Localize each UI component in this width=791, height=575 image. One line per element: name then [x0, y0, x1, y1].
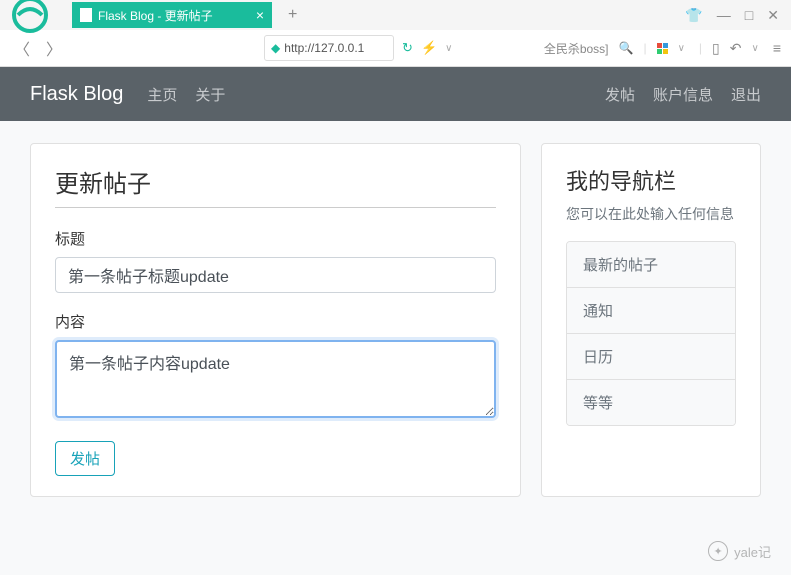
content-area: 更新帖子 标题 内容 发帖 我的导航栏 您可以在此处输入任何信息 最新的帖子 通… — [0, 121, 791, 519]
nav-logout[interactable]: 退出 — [731, 84, 761, 105]
sidebar-item-etc[interactable]: 等等 — [567, 380, 735, 425]
sidebar-item-latest[interactable]: 最新的帖子 — [567, 242, 735, 288]
sidebar-item-calendar[interactable]: 日历 — [567, 334, 735, 380]
tab-title: Flask Blog - 更新帖子 — [98, 7, 213, 24]
watermark: ✦ yale记 — [708, 541, 771, 561]
watermark-text: yale记 — [734, 542, 771, 561]
mobile-icon[interactable]: ▯ — [712, 40, 720, 57]
sidebar-desc: 您可以在此处输入任何信息 — [566, 204, 736, 225]
browser-tab[interactable]: Flask Blog - 更新帖子 × — [72, 2, 272, 28]
search-hint[interactable]: 全民杀boss] — [544, 40, 609, 57]
undo-icon[interactable]: ↶ — [730, 40, 742, 57]
content-textarea[interactable] — [55, 340, 496, 418]
new-tab-button[interactable]: + — [282, 6, 303, 24]
minimize-button[interactable]: — — [717, 7, 731, 23]
window-controls: 👕 — □ ✕ — [685, 7, 791, 24]
nav-right: 发帖 账户信息 退出 — [605, 84, 761, 105]
form-card: 更新帖子 标题 内容 发帖 — [30, 143, 521, 497]
brand[interactable]: Flask Blog — [30, 83, 123, 106]
sidebar-item-notice[interactable]: 通知 — [567, 288, 735, 334]
search-icon[interactable]: 🔍 — [619, 41, 634, 55]
form-heading: 更新帖子 — [55, 164, 496, 208]
apps-dropdown-icon[interactable]: ∨ — [678, 43, 685, 54]
maximize-button[interactable]: □ — [745, 7, 753, 23]
menu-icon[interactable]: ≡ — [773, 40, 781, 56]
lightning-icon[interactable]: ⚡ — [421, 40, 437, 56]
nav-account[interactable]: 账户信息 — [653, 84, 713, 105]
tab-close-icon[interactable]: × — [256, 7, 264, 23]
wechat-icon: ✦ — [708, 541, 728, 561]
nav-home[interactable]: 主页 — [147, 84, 177, 105]
nav-links: 主页 关于 — [147, 84, 225, 105]
page-navbar: Flask Blog 主页 关于 发帖 账户信息 退出 — [0, 67, 791, 121]
undo-dropdown-icon[interactable]: ∨ — [752, 43, 759, 54]
page-icon — [80, 8, 92, 22]
shield-icon: ◆ — [271, 41, 280, 55]
sidebar-card: 我的导航栏 您可以在此处输入任何信息 最新的帖子 通知 日历 等等 — [541, 143, 761, 497]
theme-icon[interactable]: 👕 — [685, 7, 702, 24]
title-label: 标题 — [55, 228, 496, 249]
refresh-icon[interactable]: ↻ — [402, 40, 413, 56]
url-dropdown-icon[interactable]: ∨ — [445, 43, 452, 54]
tab-bar: Flask Blog - 更新帖子 × + 👕 — □ ✕ — [0, 0, 791, 30]
nav-post[interactable]: 发帖 — [605, 84, 635, 105]
browser-chrome: Flask Blog - 更新帖子 × + 👕 — □ ✕ 〈 〉 ◆ http… — [0, 0, 791, 67]
sidebar-list: 最新的帖子 通知 日历 等等 — [566, 241, 736, 426]
title-input[interactable] — [55, 257, 496, 293]
content-label: 内容 — [55, 311, 496, 332]
nav-about[interactable]: 关于 — [195, 84, 225, 105]
close-window-button[interactable]: ✕ — [767, 7, 779, 24]
sidebar-heading: 我的导航栏 — [566, 164, 736, 196]
address-bar: 〈 〉 ◆ http://127.0.0.1 ↻ ⚡ ∨ 全民杀boss] 🔍 … — [0, 30, 791, 66]
back-button[interactable]: 〈 — [10, 36, 34, 60]
url-text: http://127.0.0.1 — [284, 41, 364, 55]
apps-icon[interactable] — [657, 43, 668, 54]
submit-button[interactable]: 发帖 — [55, 441, 115, 476]
browser-logo — [0, 0, 60, 30]
forward-button[interactable]: 〉 — [42, 36, 66, 60]
url-box[interactable]: ◆ http://127.0.0.1 — [264, 35, 394, 61]
